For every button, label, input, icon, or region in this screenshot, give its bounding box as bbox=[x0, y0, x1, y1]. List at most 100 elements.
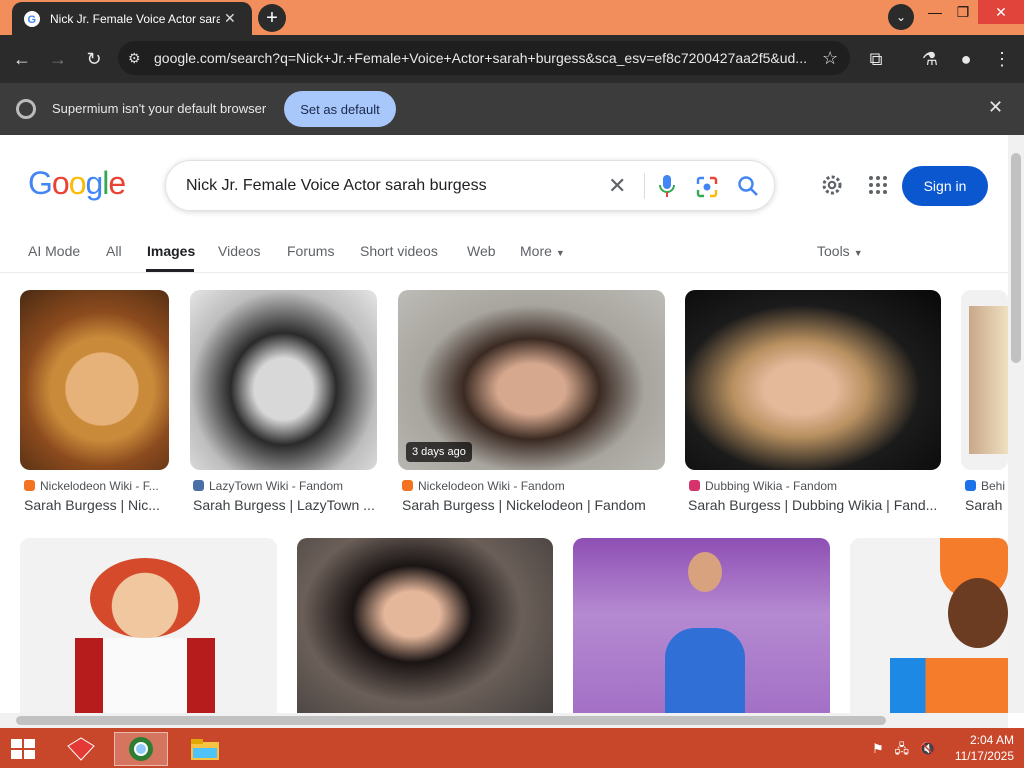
address-bar[interactable]: ⚙ google.com/search?q=Nick+Jr.+Female+Vo… bbox=[118, 41, 850, 75]
google-results-page: Google Nick Jr. Female Voice Actor sarah… bbox=[0, 135, 1024, 728]
vertical-scroll-thumb[interactable] bbox=[1011, 153, 1021, 363]
volume-muted-icon[interactable]: 🔇 bbox=[920, 741, 936, 756]
network-icon[interactable]: 🖧 bbox=[895, 741, 910, 756]
forward-icon[interactable]: → bbox=[44, 45, 72, 73]
search-box[interactable]: Nick Jr. Female Voice Actor sarah burges… bbox=[165, 160, 775, 211]
result-source[interactable]: LazyTown Wiki - Fandom bbox=[193, 479, 378, 493]
result-source[interactable]: Behi bbox=[965, 479, 1008, 493]
bookmark-star-icon[interactable]: ☆ bbox=[822, 48, 838, 69]
result-source[interactable]: Nickelodeon Wiki - F... bbox=[24, 479, 170, 493]
sign-in-button[interactable]: Sign in bbox=[902, 166, 988, 206]
default-browser-infobar: Supermium isn't your default browser Set… bbox=[0, 82, 1024, 135]
tab-search-icon[interactable]: ⌄ bbox=[888, 4, 914, 30]
horizontal-scroll-thumb[interactable] bbox=[16, 716, 886, 725]
logo-letter: g bbox=[85, 165, 103, 201]
result-source[interactable]: Dubbing Wikia - Fandom bbox=[689, 479, 941, 493]
window-close-icon[interactable]: ✕ bbox=[978, 0, 1024, 24]
result-source[interactable]: Nickelodeon Wiki - Fandom bbox=[402, 479, 666, 493]
tab-all[interactable]: All bbox=[106, 243, 122, 259]
result-image-inner bbox=[948, 578, 1008, 648]
source-favicon-icon bbox=[402, 480, 413, 491]
search-icon[interactable] bbox=[736, 174, 760, 198]
horizontal-scrollbar[interactable] bbox=[0, 713, 1008, 728]
action-center-flag-icon[interactable]: ⚑ bbox=[872, 741, 884, 756]
result-image[interactable] bbox=[573, 538, 830, 728]
result-caption[interactable]: Sarah Burgess | Nickelodeon | Fandom bbox=[402, 497, 666, 513]
result-source-text: Dubbing Wikia - Fandom bbox=[705, 479, 838, 493]
result-image[interactable] bbox=[961, 290, 1008, 470]
logo-letter: G bbox=[28, 165, 53, 201]
tab-close-icon[interactable]: ✕ bbox=[224, 10, 236, 27]
tab-short-videos[interactable]: Short videos bbox=[360, 243, 438, 259]
search-type-tabs: AI Mode All Images Videos Forums Short v… bbox=[0, 235, 1008, 273]
tab-more[interactable]: More ▼ bbox=[520, 243, 565, 259]
profile-icon[interactable]: ● bbox=[952, 45, 980, 73]
result-caption[interactable]: Sarah bbox=[965, 497, 1008, 513]
result-caption[interactable]: Sarah Burgess | Nic... bbox=[24, 497, 170, 513]
back-icon[interactable]: ← bbox=[8, 45, 36, 73]
google-favicon-icon: G bbox=[24, 10, 40, 27]
google-lens-icon[interactable] bbox=[696, 176, 718, 198]
result-caption[interactable]: Sarah Burgess | Dubbing Wikia | Fand... bbox=[688, 497, 940, 513]
chromium-logo-icon bbox=[16, 99, 36, 119]
browser-toolbar: ← → ↻ ⚙ google.com/search?q=Nick+Jr.+Fem… bbox=[0, 35, 1024, 82]
caret-down-icon: ▼ bbox=[853, 248, 863, 258]
new-tab-button[interactable]: + bbox=[258, 4, 286, 32]
result-image-inner bbox=[90, 558, 200, 638]
windows-start-icon[interactable] bbox=[8, 736, 38, 762]
microphone-icon[interactable] bbox=[658, 173, 676, 199]
browser-tab[interactable]: G Nick Jr. Female Voice Actor sarah ✕ bbox=[12, 2, 252, 35]
tab-forums[interactable]: Forums bbox=[287, 243, 334, 259]
result-source-text: LazyTown Wiki - Fandom bbox=[209, 479, 344, 493]
menu-kebab-icon[interactable]: ⋮ bbox=[988, 45, 1016, 73]
file-explorer-icon[interactable] bbox=[178, 732, 232, 766]
result-image[interactable] bbox=[20, 538, 277, 728]
minimize-icon[interactable]: — bbox=[920, 0, 950, 24]
set-default-button[interactable]: Set as default bbox=[284, 91, 396, 127]
result-image[interactable] bbox=[685, 290, 941, 470]
tab-images[interactable]: Images bbox=[147, 243, 195, 259]
tab-more-label: More bbox=[520, 243, 552, 259]
source-favicon-icon bbox=[24, 480, 35, 491]
site-info-icon[interactable]: ⚙ bbox=[128, 50, 148, 67]
tab-ai-mode[interactable]: AI Mode bbox=[28, 243, 80, 259]
result-source-text: Nickelodeon Wiki - F... bbox=[40, 479, 159, 493]
time-badge: 3 days ago bbox=[406, 442, 472, 462]
search-divider bbox=[644, 173, 645, 199]
tools-button[interactable]: Tools ▼ bbox=[817, 243, 863, 259]
clock-time: 2:04 AM bbox=[969, 733, 1014, 747]
result-image[interactable] bbox=[20, 290, 169, 470]
search-input[interactable]: Nick Jr. Female Voice Actor sarah burges… bbox=[186, 177, 487, 195]
extensions-icon[interactable]: ⧉ bbox=[862, 45, 890, 73]
active-tab-indicator bbox=[146, 269, 194, 272]
google-logo[interactable]: Google bbox=[28, 165, 126, 202]
tab-web[interactable]: Web bbox=[467, 243, 496, 259]
source-favicon-icon bbox=[689, 480, 700, 491]
infobar-message: Supermium isn't your default browser bbox=[52, 101, 267, 116]
logo-letter: e bbox=[108, 165, 126, 201]
taskbar-clock[interactable]: 2:04 AM 11/17/2025 bbox=[948, 732, 1014, 764]
restore-icon[interactable]: ❐ bbox=[948, 0, 978, 24]
vertical-scrollbar[interactable] bbox=[1008, 135, 1024, 713]
result-caption[interactable]: Sarah Burgess | LazyTown ... bbox=[193, 497, 378, 513]
app-red-box-icon[interactable] bbox=[54, 732, 108, 766]
result-image[interactable] bbox=[190, 290, 377, 470]
logo-letter: o bbox=[51, 165, 70, 201]
settings-gear-icon[interactable] bbox=[820, 173, 844, 197]
infobar-close-icon[interactable]: ✕ bbox=[988, 97, 1003, 118]
caret-down-icon: ▼ bbox=[555, 248, 565, 258]
result-image[interactable] bbox=[297, 538, 553, 728]
labs-flask-icon[interactable]: ⚗ bbox=[916, 45, 944, 73]
tab-videos[interactable]: Videos bbox=[218, 243, 261, 259]
result-image-inner bbox=[688, 552, 722, 592]
tab-title: Nick Jr. Female Voice Actor sarah bbox=[50, 11, 220, 26]
browser-taskbar-icon[interactable] bbox=[114, 732, 168, 766]
result-image[interactable] bbox=[850, 538, 1008, 728]
reload-icon[interactable]: ↻ bbox=[80, 45, 108, 73]
google-apps-icon[interactable] bbox=[868, 175, 888, 195]
clear-search-icon[interactable]: ✕ bbox=[608, 173, 626, 199]
tab-strip: G Nick Jr. Female Voice Actor sarah ✕ + … bbox=[0, 0, 1024, 35]
system-tray: ⚑ 🖧 🔇 bbox=[872, 740, 936, 762]
url-text[interactable]: google.com/search?q=Nick+Jr.+Female+Voic… bbox=[154, 50, 814, 66]
result-image[interactable]: 3 days ago bbox=[398, 290, 665, 470]
